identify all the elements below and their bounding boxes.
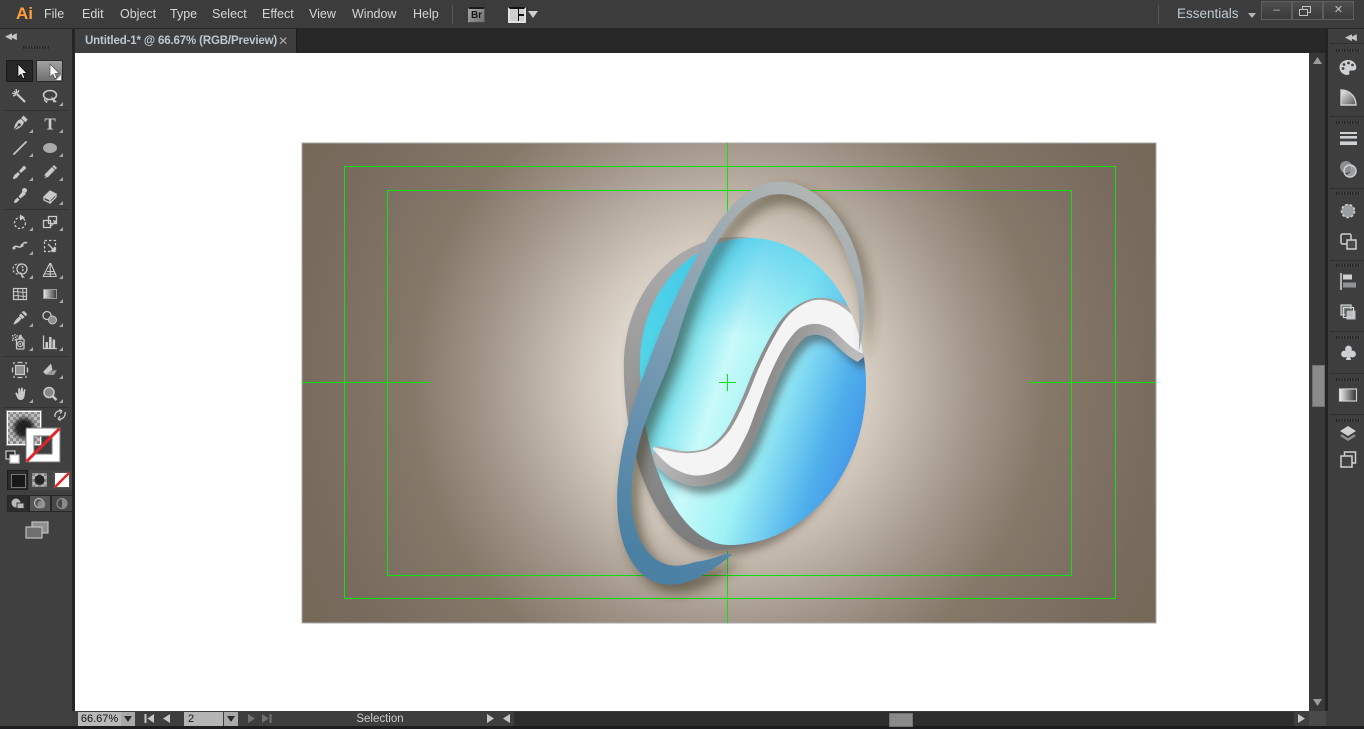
svg-text:T: T bbox=[44, 115, 56, 133]
